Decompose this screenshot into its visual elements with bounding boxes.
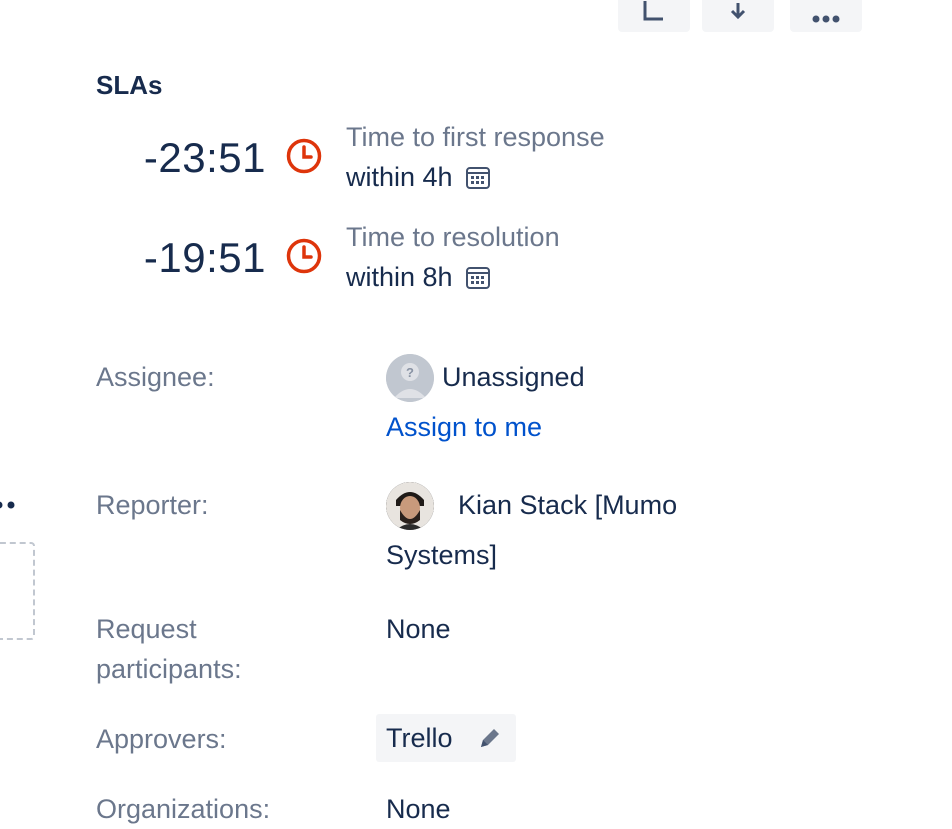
approvers-field[interactable]: Trello (376, 714, 516, 762)
share-button[interactable] (618, 0, 690, 32)
reporter-avatar (386, 482, 434, 530)
request-participants-label-line2: participants: (96, 654, 242, 684)
sla-goal-text: within 8h (346, 262, 453, 292)
svg-text:?: ? (406, 365, 414, 380)
clock-breached-icon (286, 138, 322, 174)
sla-goal-text: within 4h (346, 162, 453, 192)
sla-goal: within 8h (346, 262, 491, 293)
more-icon[interactable] (0, 498, 20, 512)
assignee-value[interactable]: Unassigned (442, 357, 585, 397)
assignee-label: Assignee: (96, 362, 215, 392)
reporter-name-line1[interactable]: Kian Stack [Mumo (458, 485, 677, 525)
sla-name: Time to first response (346, 122, 605, 152)
organizations-value[interactable]: None (386, 789, 451, 829)
approvers-label: Approvers: (96, 724, 227, 754)
calendar-icon[interactable] (465, 265, 491, 291)
sla-remaining-time: -23:51 (143, 134, 266, 181)
calendar-icon[interactable] (465, 165, 491, 191)
transition-button[interactable] (702, 0, 774, 32)
assign-to-me-link[interactable]: Assign to me (386, 407, 542, 447)
request-participants-value[interactable]: None (386, 609, 451, 649)
transition-icon (730, 3, 746, 20)
edit-pencil-icon[interactable] (476, 724, 504, 752)
clock-breached-icon (286, 238, 322, 274)
more-icon (812, 15, 840, 23)
unassigned-avatar: ? (386, 354, 434, 402)
request-participants-label-line1: Request (96, 614, 197, 644)
reporter-label: Reporter: (96, 490, 209, 520)
sla-name: Time to resolution (346, 222, 560, 252)
dropzone-placeholder (0, 542, 35, 640)
unknown-user-icon: ? (386, 354, 434, 402)
share-icon (643, 1, 663, 21)
approvers-value: Trello (386, 722, 453, 753)
reporter-name-line2[interactable]: Systems] (386, 535, 497, 575)
more-actions-button[interactable] (790, 0, 862, 32)
user-photo-icon (386, 482, 434, 530)
organizations-label: Organizations: (96, 794, 271, 824)
sla-goal: within 4h (346, 162, 491, 193)
slas-heading: SLAs (96, 70, 163, 100)
sla-remaining-time: -19:51 (143, 234, 266, 281)
